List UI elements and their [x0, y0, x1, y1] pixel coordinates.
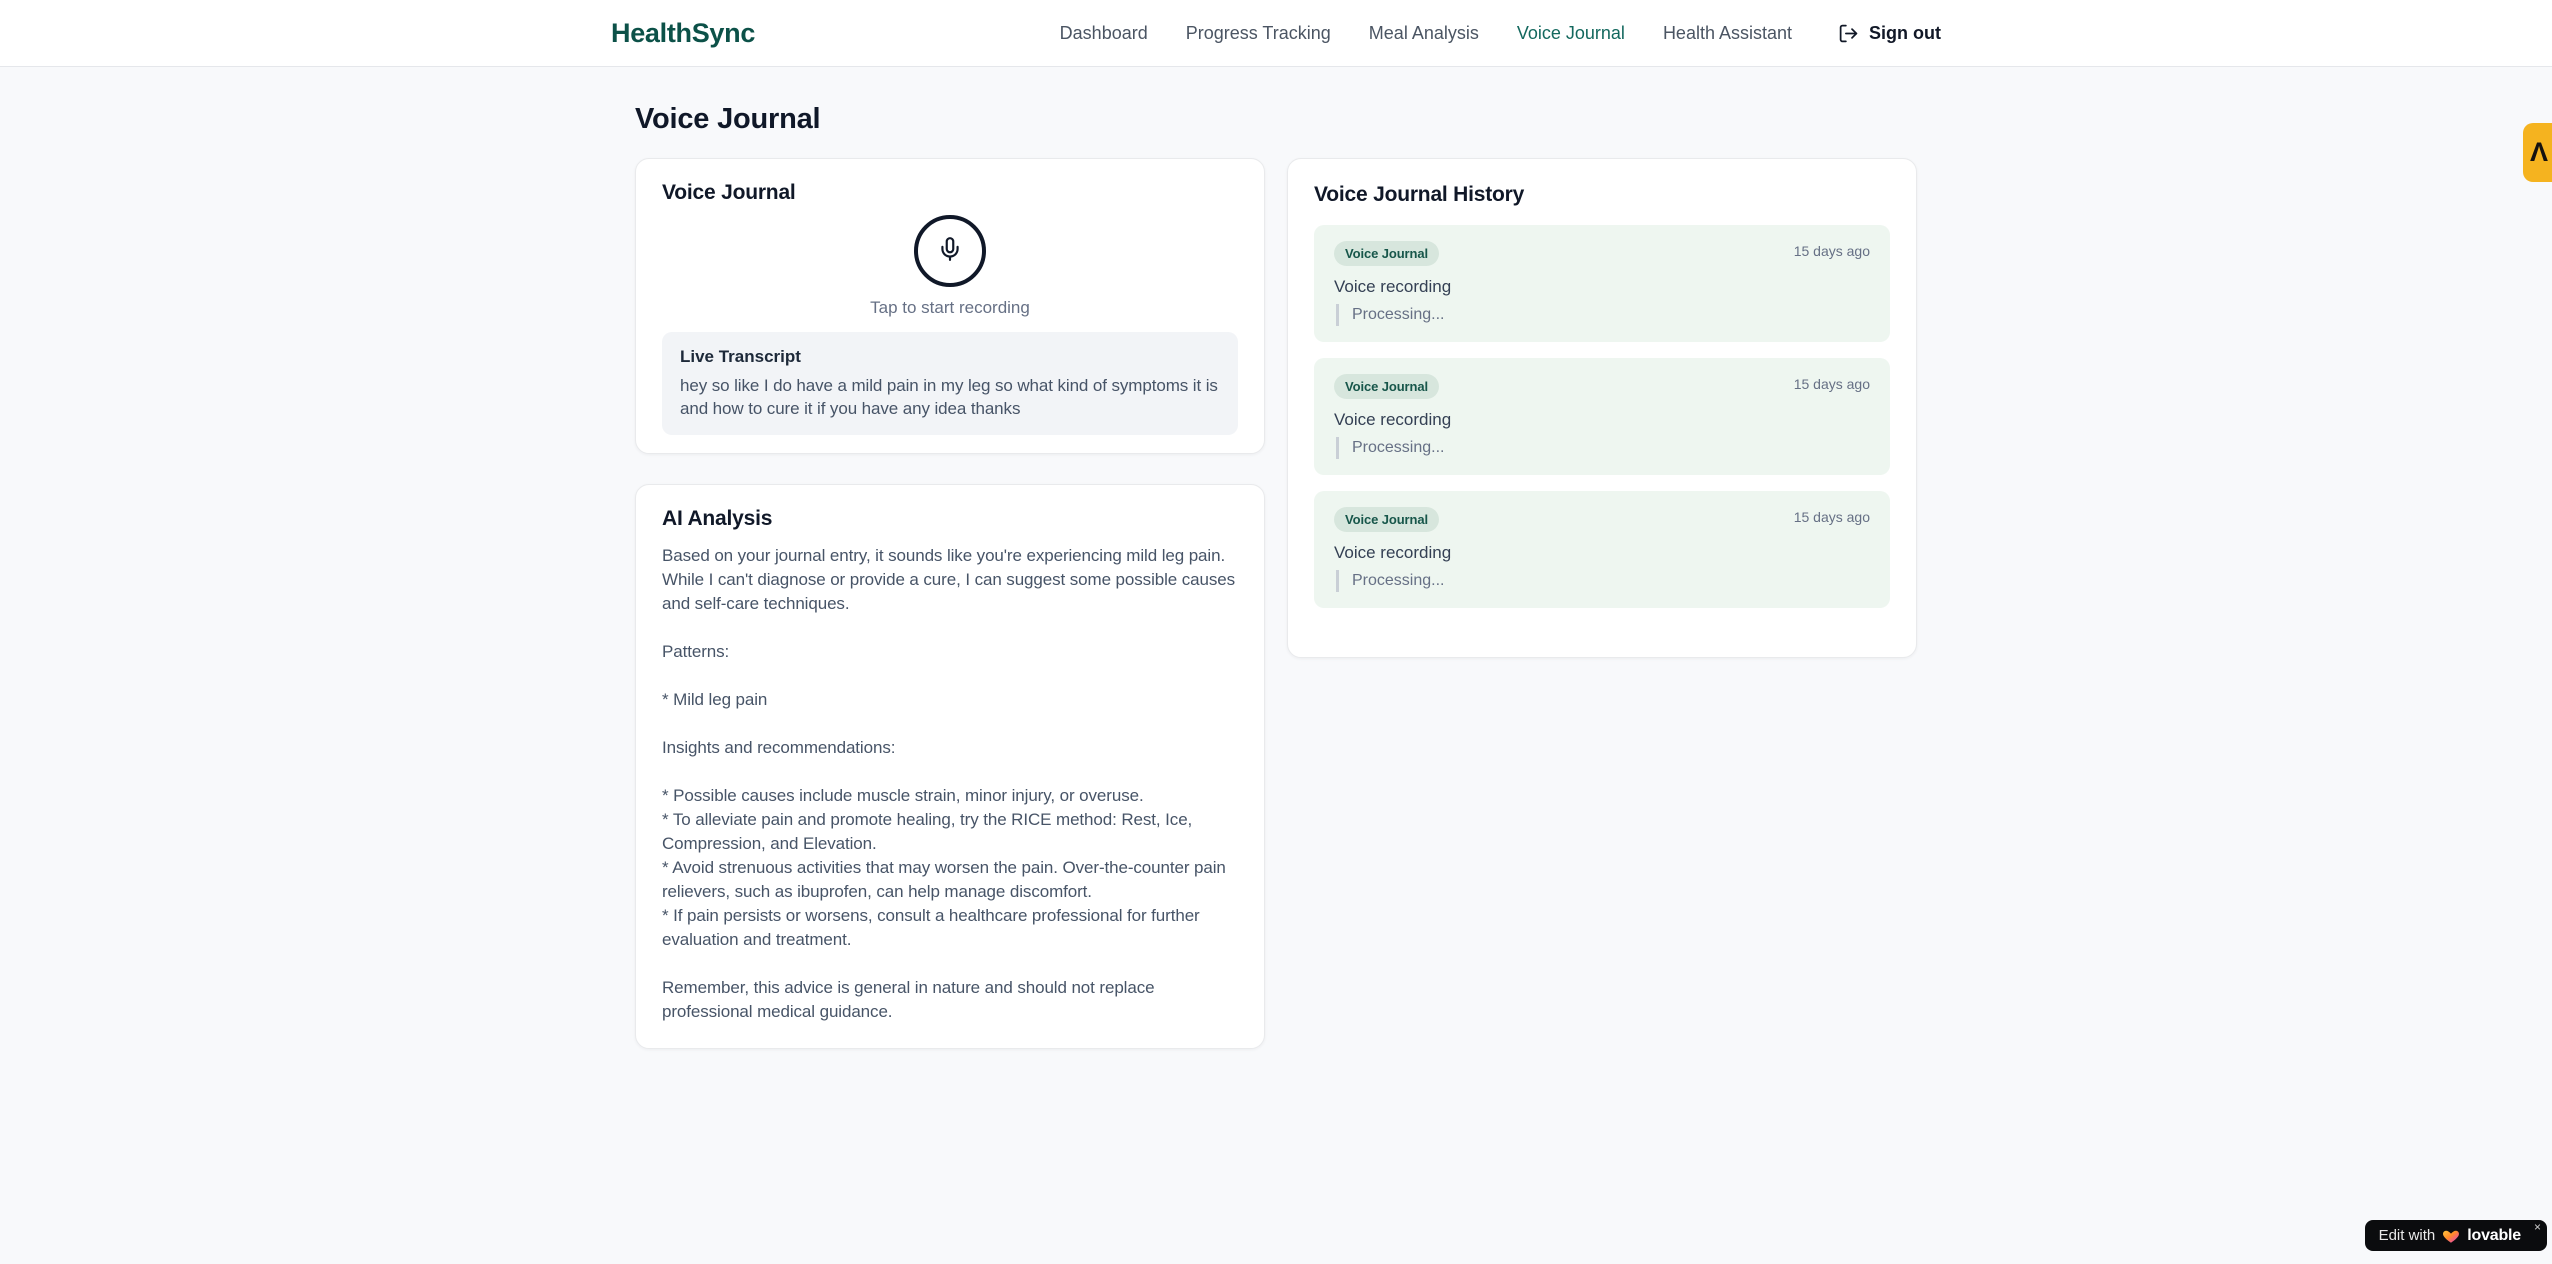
ai-analysis-card: AI Analysis Based on your journal entry,… [635, 484, 1265, 1049]
lovable-heart-icon [2443, 1230, 2460, 1243]
entry-timestamp: 15 days ago [1793, 376, 1870, 392]
page-title: Voice Journal [635, 103, 821, 135]
history-entry[interactable]: Voice Journal 15 days ago Voice recordin… [1314, 225, 1890, 342]
ai-analysis-body: Based on your journal entry, it sounds l… [662, 546, 1236, 1021]
ai-analysis-title: AI Analysis [662, 507, 773, 530]
tap-to-record-hint: Tap to start recording [870, 298, 1030, 317]
record-button[interactable] [914, 215, 986, 287]
right-column: Voice Journal History Voice Journal 15 d… [1287, 158, 1917, 658]
entry-header: Voice Journal 15 days ago [1334, 374, 1870, 399]
voice-journal-history-card: Voice Journal History Voice Journal 15 d… [1287, 158, 1917, 658]
entry-type-badge: Voice Journal [1334, 507, 1439, 532]
close-icon[interactable]: × [2534, 1221, 2541, 1233]
entry-label: Voice recording [1334, 543, 1452, 562]
live-transcript-title: Live Transcript [680, 347, 801, 366]
sign-out-label: Sign out [1869, 22, 1941, 43]
live-transcript-text: hey so like I do have a mild pain in my … [680, 376, 1218, 418]
nav-item-health-assistant[interactable]: Health Assistant [1663, 23, 1792, 44]
history-entry[interactable]: Voice Journal 15 days ago Voice recordin… [1314, 358, 1890, 475]
entry-header: Voice Journal 15 days ago [1334, 507, 1870, 532]
entry-timestamp: 15 days ago [1793, 243, 1870, 259]
edit-with-label: Edit with [2378, 1227, 2436, 1244]
history-entry[interactable]: Voice Journal 15 days ago Voice recordin… [1314, 491, 1890, 608]
side-feedback-badge[interactable]: Λ [2523, 123, 2552, 182]
lambda-icon: Λ [2530, 137, 2549, 167]
nav-item-voice-journal[interactable]: Voice Journal [1517, 23, 1625, 44]
header-inner: HealthSync Dashboard Progress Tracking M… [611, 0, 1941, 66]
entry-status: Processing... [1336, 304, 1870, 326]
entry-status: Processing... [1336, 570, 1870, 592]
entry-label: Voice recording [1334, 410, 1452, 429]
nav-item-meal-analysis[interactable]: Meal Analysis [1369, 23, 1479, 44]
entry-header: Voice Journal 15 days ago [1334, 241, 1870, 266]
entry-type-badge: Voice Journal [1334, 241, 1439, 266]
left-column: Voice Journal Tap to start recording Liv… [635, 158, 1265, 1049]
nav-item-dashboard[interactable]: Dashboard [1060, 23, 1148, 44]
brand-logo[interactable]: HealthSync [611, 18, 755, 49]
log-out-icon [1838, 23, 1859, 44]
main-nav: Dashboard Progress Tracking Meal Analysi… [1060, 23, 1792, 44]
main-content: Voice Journal Voice Journal Tap to start… [635, 67, 1917, 1049]
live-transcript-box: Live Transcript hey so like I do have a … [662, 332, 1238, 435]
edit-with-lovable-badge[interactable]: Edit with lovable × [2364, 1220, 2547, 1251]
sign-out-button[interactable]: Sign out [1838, 23, 1941, 44]
entry-timestamp: 15 days ago [1793, 509, 1870, 525]
content-columns: Voice Journal Tap to start recording Liv… [635, 158, 1917, 1049]
header: HealthSync Dashboard Progress Tracking M… [0, 0, 2552, 67]
entry-type-badge: Voice Journal [1334, 374, 1439, 399]
entry-status: Processing... [1336, 437, 1870, 459]
history-title: Voice Journal History [1314, 183, 1525, 206]
entry-label: Voice recording [1334, 277, 1452, 296]
history-list: Voice Journal 15 days ago Voice recordin… [1314, 225, 1890, 608]
recorder-card-title: Voice Journal [662, 181, 796, 204]
microphone-icon [937, 236, 963, 267]
recorder-body: Tap to start recording [662, 211, 1238, 318]
nav-item-progress-tracking[interactable]: Progress Tracking [1186, 23, 1331, 44]
lovable-brand-label: lovable [2467, 1226, 2521, 1244]
voice-recorder-card: Voice Journal Tap to start recording Liv… [635, 158, 1265, 454]
